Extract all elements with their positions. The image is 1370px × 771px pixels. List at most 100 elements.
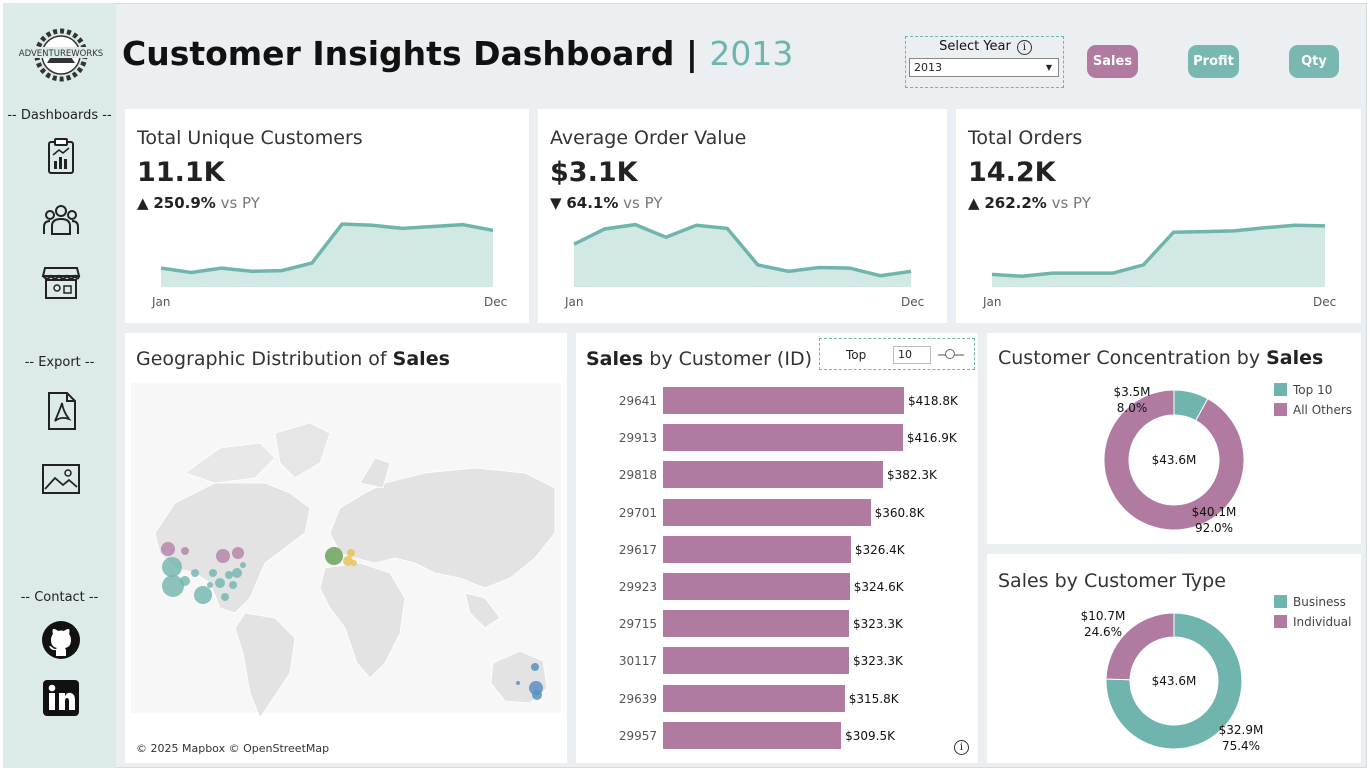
bubble-us-5 [225,571,233,579]
store-icon[interactable] [41,262,81,302]
bar-category-label: 29641 [618,394,657,408]
profit-measure-button[interactable]: Profit [1188,45,1239,78]
map-attribution: © 2025 Mapbox © OpenStreetMap [136,742,330,755]
concentration-donut[interactable] [987,333,1361,544]
bar-29617[interactable] [663,535,851,563]
year-select[interactable]: 2013 ▼ [909,58,1059,77]
info-icon[interactable]: i [1016,40,1032,55]
bar-29818[interactable] [663,461,883,489]
customer-concentration-card: Customer Concentration by Sales Top 10 A… [987,333,1361,544]
kpi-card-orders: Total Orders 14.2K ▲ 262.2% vs PY Jan De… [956,109,1361,323]
info-icon[interactable]: i [954,740,969,755]
bar-29701[interactable] [663,498,871,526]
bar-category-label: 29923 [618,580,657,594]
donut-label-top10: $3.5M 8.0% [1113,385,1151,415]
bar-value-label: $360.8K [874,505,925,520]
bubble-australia-se [532,690,542,700]
dropdown-arrow-icon: ▼ [1045,63,1052,72]
sparkline-area [574,224,911,287]
contact-section-label: -- Contact -- [20,590,99,605]
github-icon[interactable] [41,620,81,660]
sparkline-area [992,225,1325,287]
bubble-us-southwest [194,586,212,604]
bar-category-label: 29957 [618,728,657,743]
axis-start-label: Jan [983,295,1002,309]
dashboards-section-label: -- Dashboards -- [7,108,112,123]
bar-29913[interactable] [663,424,903,452]
bubble-us-4 [215,578,225,588]
bar-value-label: $416.9K [906,431,957,446]
bar-29923[interactable] [663,573,850,600]
bar-category-label: 29818 [618,468,657,483]
bar-category-label: 29701 [618,505,657,520]
bubble-canada-central [232,547,244,559]
bubble-us-northwest [181,547,189,555]
axis-start-label: Jan [565,295,584,309]
bubble-germany [347,549,355,557]
sparkline [573,222,912,287]
pdf-icon[interactable] [41,391,81,431]
export-section-label: -- Export -- [24,355,95,370]
bar-category-label: 29913 [618,431,657,446]
bubble-us-2 [191,569,199,577]
bubble-canada-east [216,549,230,563]
bubble-canada-west [161,542,175,556]
sidebar: ADVENTUREWORKS -- Dashboards -- -- Expor… [3,3,116,768]
sales-measure-button[interactable]: Sales [1087,45,1138,78]
page-title-year: 2013 [709,34,794,73]
year-filter: Select Year i 2013 ▼ [905,36,1064,88]
axis-end-label: Dec [484,295,508,309]
top-n-input[interactable]: 10 [893,346,931,364]
donut-label-individual: $10.7M 24.6% [1080,609,1126,639]
bar-value-label: $382.3K [886,468,937,483]
donut-center-total: $43.6M [1151,453,1197,467]
bubble-us-7 [229,581,237,589]
bar-value-label: $326.4K [854,542,905,557]
page-title-text: Customer Insights Dashboard | [122,34,698,73]
bar-category-label: 29715 [618,617,657,632]
customers-icon[interactable] [41,200,81,240]
axis-start-label: Jan [152,295,171,309]
bar-value-label: $418.8K [908,394,958,408]
sales-by-customer-card: Sales by Customer (ID) Top 10 29641 $418.… [576,333,978,763]
bubble-australia-north [531,663,539,671]
bar-30117[interactable] [663,647,850,675]
svg-text:ADVENTUREWORKS: ADVENTUREWORKS [19,49,103,59]
bar-value-label: $324.6K [853,580,904,594]
bar-value-label: $323.3K [853,654,903,669]
bubble-us-1 [180,576,190,586]
bubble-uk [325,547,343,565]
bar-29641[interactable] [663,387,904,414]
top-n-label: Top [846,348,867,362]
bubble-us-6 [232,568,242,578]
kpi-card-customers: Total Unique Customers 11.1K ▲ 250.9% vs… [125,109,529,323]
image-icon[interactable] [41,459,81,499]
adventureworks-logo: ADVENTUREWORKS [15,28,107,82]
bar-value-label: $309.5K [845,728,895,743]
bubble-us-3 [209,569,217,577]
bubble-us-10 [240,562,246,568]
bubble-us-west [162,557,182,577]
bar-category-label: 30117 [618,654,657,669]
sparkline [160,222,494,287]
bar-29957[interactable] [663,721,842,749]
world-map[interactable] [125,333,567,763]
top-n-slider-handle[interactable] [945,349,955,359]
bar-value-label: $323.3K [853,617,903,632]
bubble-australia-west [516,681,520,685]
axis-end-label: Dec [901,295,925,309]
sparkline-area [161,224,493,287]
donut-label-business: $32.9M 75.4% [1218,723,1264,753]
page-title: Customer Insights Dashboard | 2013 [122,34,793,73]
linkedin-icon[interactable] [41,678,81,718]
bubble-us-9 [207,582,213,588]
bar-29715[interactable] [663,610,850,638]
bubble-us-california [162,575,184,597]
customer-type-donut[interactable] [987,554,1361,763]
bar-category-label: 29617 [618,542,657,557]
bar-29639[interactable] [663,684,845,712]
bar-chart-title: Sales by Customer (ID) [586,348,812,370]
sparkline [991,223,1326,287]
report-icon[interactable] [41,137,81,177]
qty-measure-button[interactable]: Qty [1289,45,1339,78]
